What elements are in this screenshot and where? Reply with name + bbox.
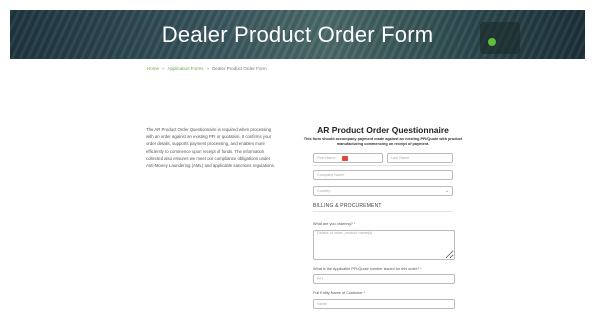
intro-text: The AR Product Order Questionnaire is re…: [146, 127, 275, 169]
company-name-input[interactable]: [317, 171, 452, 179]
country-select-value: Country: [317, 189, 331, 193]
breadcrumb-home-link[interactable]: Home: [147, 66, 159, 71]
required-mark: *: [353, 222, 356, 226]
country-select[interactable]: Country ⌄: [313, 186, 453, 196]
required-mark: *: [420, 267, 422, 271]
ordering-label-text: What are you ordering?: [313, 222, 353, 226]
ordering-textarea[interactable]: [317, 231, 454, 259]
billing-procurement-heading: BILLING & PROCUREMENT: [313, 203, 453, 212]
first-name-field[interactable]: [313, 153, 383, 163]
first-name-input[interactable]: [317, 154, 382, 162]
form-note: This form should accompany payment made …: [303, 137, 463, 146]
chevron-down-icon: ⌄: [444, 188, 449, 194]
ordering-textarea-field[interactable]: [313, 230, 455, 260]
form-title: AR Product Order Questionnaire: [317, 125, 449, 135]
entity-name-label-text: Full Entity Name of Customer: [313, 291, 363, 295]
page-title: Dealer Product Order Form: [161, 22, 434, 47]
breadcrumb: Home» Application Forms» Dealer Product Or…: [147, 66, 267, 71]
autofill-icon[interactable]: [342, 156, 348, 161]
ordering-label: What are you ordering? *: [313, 222, 355, 226]
quote-number-label-text: What is the Applicable PFI/Quote number …: [313, 267, 420, 271]
quote-number-field[interactable]: [313, 274, 455, 284]
required-mark: *: [363, 291, 366, 295]
order-form: AR Product Order Questionnaire This form…: [303, 125, 463, 309]
entity-name-input[interactable]: [317, 300, 454, 308]
breadcrumb-separator: »: [162, 66, 165, 71]
breadcrumb-separator: »: [206, 66, 210, 71]
last-name-input[interactable]: [391, 154, 452, 162]
entity-name-field[interactable]: [313, 299, 455, 309]
quote-number-input[interactable]: [317, 275, 454, 283]
entity-name-label: Full Entity Name of Customer *: [313, 291, 365, 295]
breadcrumb-parent-link[interactable]: Application Forms: [168, 66, 204, 71]
quote-number-label: What is the Applicable PFI/Quote number …: [313, 267, 422, 271]
breadcrumb-current: Dealer Product Order Form: [212, 66, 267, 71]
last-name-field[interactable]: [387, 153, 453, 163]
company-name-field[interactable]: [313, 170, 453, 180]
hero-banner: Dealer Product Order Form: [10, 10, 585, 59]
